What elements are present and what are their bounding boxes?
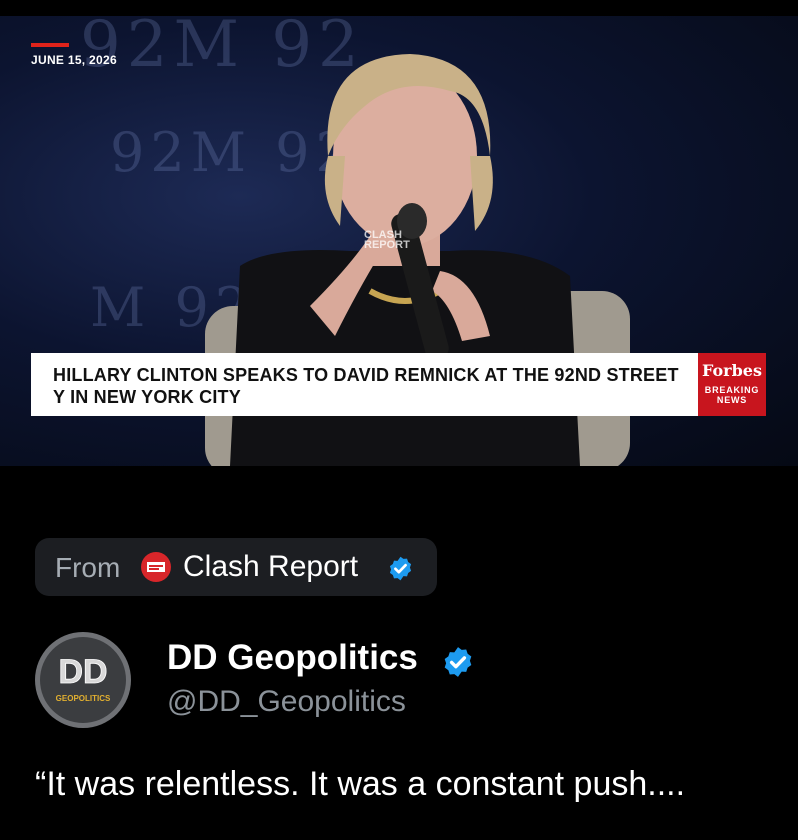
watermark-line: REPORT <box>364 239 410 251</box>
lower-third: HILLARY CLINTON SPEAKS TO DAVID REMNICK … <box>31 353 698 416</box>
author-handle[interactable]: @DD_Geopolitics <box>167 685 406 719</box>
source-name: Clash Report <box>183 550 359 583</box>
forbes-brand: Forbes <box>702 361 762 380</box>
lower-third-text: HILLARY CLINTON SPEAKS TO DAVID REMNICK … <box>53 365 679 407</box>
video-player[interactable]: 92M 92 92M 92 M 92 JUNE 15, 2026 CLASH R… <box>0 16 798 466</box>
post-text: “It was relentless. It was a constant pu… <box>35 765 686 803</box>
clash-report-watermark: CLASH REPORT <box>364 230 410 251</box>
news-line: NEWS <box>716 395 748 405</box>
video-date: JUNE 15, 2026 <box>31 53 117 67</box>
avatar-text: DD <box>58 653 107 691</box>
top-strip <box>0 0 798 16</box>
breaking-line: BREAKING <box>704 385 760 395</box>
date-accent-bar <box>31 43 69 47</box>
verified-badge-icon <box>389 556 412 581</box>
verified-badge-icon <box>444 647 472 677</box>
source-attribution-pill[interactable]: From Clash Report <box>35 538 437 596</box>
clash-report-logo-icon <box>141 552 171 582</box>
avatar-caption: GEOPOLITICS <box>56 694 111 703</box>
author-name[interactable]: DD Geopolitics <box>167 638 418 678</box>
dd-geopolitics-avatar[interactable]: DD GEOPOLITICS <box>34 631 132 729</box>
forbes-breaking-news-logo: Forbes BREAKING NEWS <box>698 353 766 416</box>
from-label: From <box>55 552 121 583</box>
breaking-news-label: BREAKING NEWS <box>698 385 766 405</box>
